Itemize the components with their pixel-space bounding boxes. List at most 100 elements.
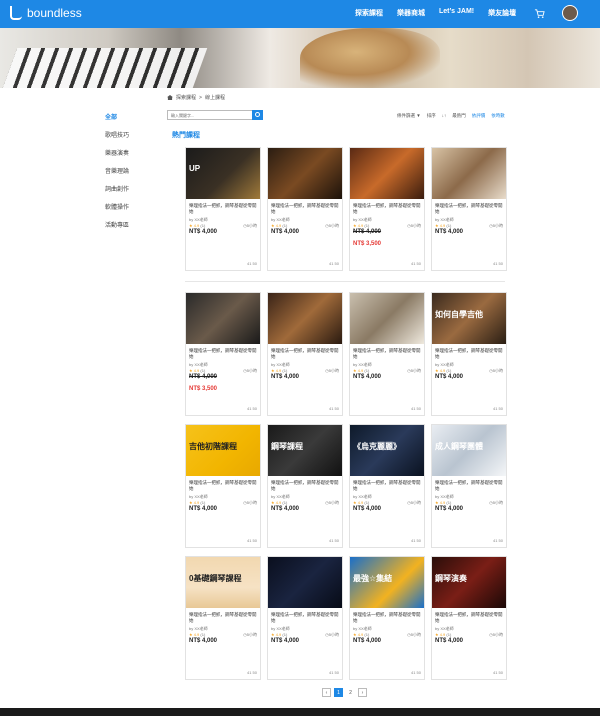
course-card[interactable]: 鋼琴課程 樂理指法一把抓，鋼琴基礎從零開始 by XX老師 ★ 4.9 (1) ◷5小時… — [267, 424, 343, 548]
course-title[interactable]: 樂理指法一把抓，鋼琴基礎從零開始 — [271, 612, 341, 624]
course-card[interactable]: 成人鋼琴團體 樂理指法一把抓，鋼琴基礎從零開始 by XX老師 ★ 4.9 (1) ◷5… — [431, 424, 507, 548]
course-card[interactable]: 樂理指法一把抓，鋼琴基礎從零開始 by XX老師 ★ 4.9 (1) ◷5小時 NT$ … — [349, 292, 425, 416]
course-thumbnail[interactable] — [186, 293, 260, 344]
course-rating: ★ 4.9 (1) — [435, 500, 451, 505]
course-thumbnail[interactable] — [350, 293, 424, 344]
course-card[interactable]: 鋼琴演奏 樂理指法一把抓，鋼琴基礎從零開始 by XX老師 ★ 4.9 (1) ◷5小時… — [431, 556, 507, 680]
home-icon — [167, 95, 173, 100]
nav-explore-courses[interactable]: 探索課程 — [355, 8, 383, 18]
cart-icon[interactable] — [534, 8, 545, 19]
course-title[interactable]: 樂理指法一把抓，鋼琴基礎從零開始 — [271, 480, 341, 492]
sort-option-duration[interactable]: 依時數 — [491, 113, 505, 119]
course-title[interactable]: 樂理指法一把抓，鋼琴基礎從零開始 — [353, 203, 423, 215]
duration-value: 5小時 — [328, 500, 339, 505]
sidebar-item-all[interactable]: 全部 — [105, 112, 129, 121]
thumbnail-caption: 成人鋼琴團體 — [435, 442, 483, 451]
course-card[interactable]: UP 樂理指法一把抓，鋼琴基礎從零開始 by XX老師 ★ 4.9 (1) ◷5小時 NT… — [185, 147, 261, 271]
brand-logo[interactable]: boundless — [10, 6, 82, 20]
course-thumbnail[interactable] — [268, 557, 342, 608]
prev-page-button[interactable]: ‹ — [322, 688, 331, 697]
course-card[interactable]: 樂理指法一把抓，鋼琴基礎從零開始 by XX老師 ★ 4.9 (1) ◷5小時 NT$ … — [267, 556, 343, 680]
course-thumbnail[interactable]: 吉他初階課程 — [186, 425, 260, 476]
nav-forum[interactable]: 樂友論壇 — [488, 8, 516, 18]
course-thumbnail[interactable]: 《烏克麗麗》 — [350, 425, 424, 476]
course-thumbnail[interactable] — [350, 148, 424, 199]
course-duration: ◷5小時 — [325, 223, 339, 229]
course-card[interactable]: 樂理指法一把抓，鋼琴基礎從零開始 by XX老師 ★ 4.9 (1) ◷5小時 NT$ … — [431, 147, 507, 271]
course-price: NT$ 4,000 — [435, 506, 464, 512]
course-thumbnail[interactable]: 鋼琴演奏 — [432, 557, 506, 608]
sort-option-popular[interactable]: 最熱門 — [452, 113, 466, 119]
student-count: 41 50 — [246, 261, 257, 266]
star-icon: ★ — [435, 632, 439, 637]
course-title[interactable]: 樂理指法一把抓，鋼琴基礎從零開始 — [271, 203, 341, 215]
sidebar-item-instrument[interactable]: 樂器演奏 — [105, 148, 129, 157]
sidebar-item-theory[interactable]: 音樂理論 — [105, 166, 129, 175]
course-thumbnail[interactable]: 0基礎鋼琴課程 — [186, 557, 260, 608]
course-title[interactable]: 樂理指法一把抓，鋼琴基礎從零開始 — [189, 203, 259, 215]
course-thumbnail[interactable] — [432, 148, 506, 199]
star-icon: ★ — [353, 500, 357, 505]
user-avatar[interactable] — [562, 5, 578, 21]
search-input[interactable] — [168, 111, 252, 119]
course-thumbnail[interactable]: 最強☆集結 — [350, 557, 424, 608]
course-card[interactable]: 樂理指法一把抓，鋼琴基礎從零開始 by XX老師 ★ 4.9 (1) ◷5小時 NT$ … — [267, 292, 343, 416]
page-1-button[interactable]: 1 — [334, 688, 343, 697]
course-title[interactable]: 樂理指法一把抓，鋼琴基礎從零開始 — [435, 612, 505, 624]
course-card[interactable]: 如何自學吉他 樂理指法一把抓，鋼琴基礎從零開始 by XX老師 ★ 4.9 (1) ◷5… — [431, 292, 507, 416]
course-card[interactable]: 最強☆集結 樂理指法一把抓，鋼琴基礎從零開始 by XX老師 ★ 4.9 (1) ◷5小… — [349, 556, 425, 680]
nav-lets-jam[interactable]: Let’s JAM! — [439, 8, 474, 18]
duration-value: 5小時 — [328, 223, 339, 228]
course-card[interactable]: 樂理指法一把抓，鋼琴基礎從零開始 by XX老師 ★ 4.9 (1) ◷5小時 NT$ … — [185, 292, 261, 416]
hero-piano-image — [2, 48, 208, 88]
sort-option-rating[interactable]: 依評價 — [472, 113, 486, 119]
student-count: 41 50 — [328, 261, 339, 266]
star-icon: ★ — [271, 632, 275, 637]
hero-banner — [0, 28, 600, 88]
sidebar-item-software[interactable]: 軟體操作 — [105, 202, 129, 211]
course-title[interactable]: 樂理指法一把抓，鋼琴基礎從零開始 — [353, 612, 423, 624]
course-thumbnail[interactable]: UP — [186, 148, 260, 199]
course-thumbnail[interactable] — [268, 293, 342, 344]
breadcrumb-explore[interactable]: 探索課程 — [176, 94, 196, 101]
course-card[interactable]: 樂理指法一把抓，鋼琴基礎從零開始 by XX老師 ★ 4.9 (1) ◷5小時 NT$ … — [349, 147, 425, 271]
course-thumbnail[interactable]: 如何自學吉他 — [432, 293, 506, 344]
sidebar-item-songwriting[interactable]: 詞曲創作 — [105, 184, 129, 193]
course-title[interactable]: 樂理指法一把抓，鋼琴基礎從零開始 — [189, 480, 259, 492]
duration-value: 5小時 — [328, 632, 339, 637]
page-2-button[interactable]: 2 — [346, 688, 355, 697]
course-rating: ★ 4.9 (1) — [353, 500, 369, 505]
course-title[interactable]: 樂理指法一把抓，鋼琴基礎從零開始 — [189, 348, 259, 360]
course-price: NT$ 4,000 — [271, 506, 300, 512]
breadcrumb: 探索課程 > 線上課程 — [167, 94, 225, 101]
course-card[interactable]: 樂理指法一把抓，鋼琴基礎從零開始 by XX老師 ★ 4.9 (1) ◷5小時 NT$ … — [267, 147, 343, 271]
search-icon[interactable] — [252, 110, 263, 120]
course-title[interactable]: 樂理指法一把抓，鋼琴基礎從零開始 — [353, 480, 423, 492]
course-title[interactable]: 樂理指法一把抓，鋼琴基礎從零開始 — [435, 480, 505, 492]
rating-value: 4.9 — [439, 632, 446, 637]
course-card[interactable]: 《烏克麗麗》 樂理指法一把抓，鋼琴基礎從零開始 by XX老師 ★ 4.9 (1) ◷5… — [349, 424, 425, 548]
course-price: NT$ 4,000 — [271, 638, 300, 644]
course-title[interactable]: 樂理指法一把抓，鋼琴基礎從零開始 — [435, 203, 505, 215]
course-thumbnail[interactable]: 成人鋼琴團體 — [432, 425, 506, 476]
rating-value: 4.9 — [275, 632, 282, 637]
filter-button[interactable]: 條件篩選 ▼ — [397, 113, 421, 119]
course-thumbnail[interactable] — [268, 148, 342, 199]
course-card[interactable]: 吉他初階課程 樂理指法一把抓，鋼琴基礎從零開始 by XX老師 ★ 4.9 (1) ◷5… — [185, 424, 261, 548]
course-card[interactable]: 0基礎鋼琴課程 樂理指法一把抓，鋼琴基礎從零開始 by XX老師 ★ 4.9 (1) ◷… — [185, 556, 261, 680]
course-thumbnail[interactable]: 鋼琴課程 — [268, 425, 342, 476]
rating-value: 4.9 — [193, 368, 200, 373]
breadcrumb-online-courses[interactable]: 線上課程 — [205, 94, 225, 101]
course-title[interactable]: 樂理指法一把抓，鋼琴基礎從零開始 — [353, 348, 423, 360]
duration-value: 5小時 — [410, 368, 421, 373]
thumbnail-caption: 鋼琴演奏 — [435, 574, 467, 583]
nav-instrument-store[interactable]: 樂器商城 — [397, 8, 425, 18]
course-title[interactable]: 樂理指法一把抓，鋼琴基礎從零開始 — [271, 348, 341, 360]
sidebar-item-singing[interactable]: 歌唱技巧 — [105, 130, 129, 139]
next-page-button[interactable]: › — [358, 688, 367, 697]
duration-value: 5小時 — [328, 368, 339, 373]
course-title[interactable]: 樂理指法一把抓，鋼琴基礎從零開始 — [435, 348, 505, 360]
course-title[interactable]: 樂理指法一把抓，鋼琴基礎從零開始 — [189, 612, 259, 624]
sidebar-item-events[interactable]: 活動專區 — [105, 220, 129, 229]
course-duration: ◷5小時 — [489, 368, 503, 374]
